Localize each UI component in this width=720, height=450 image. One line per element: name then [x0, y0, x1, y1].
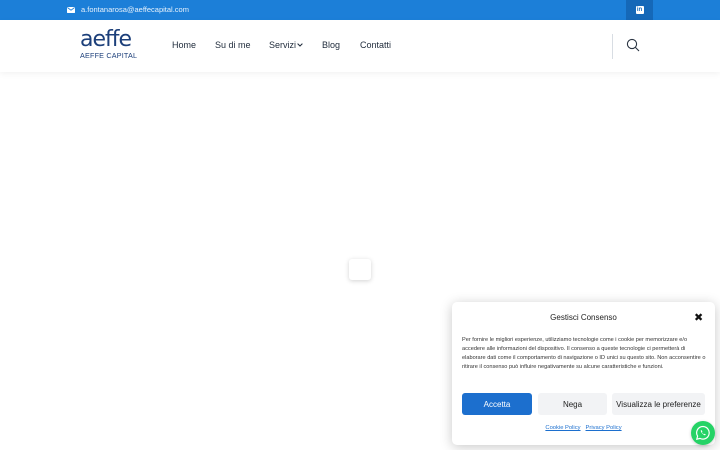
cookie-policy-link[interactable]: Cookie Policy [545, 425, 580, 431]
accept-button[interactable]: Accetta [462, 393, 532, 415]
header-divider [612, 34, 613, 59]
top-bar: a.fontanarosa@aeffecapital.com in [0, 0, 720, 20]
linkedin-button[interactable]: in [626, 0, 653, 20]
nav-servizi[interactable]: Servizi [269, 40, 303, 50]
nav-home[interactable]: Home [172, 40, 196, 50]
consent-text: Per fornire le migliori esperienze, util… [462, 337, 706, 370]
whatsapp-icon [695, 425, 710, 441]
linkedin-icon: in [635, 6, 644, 14]
deny-button[interactable]: Nega [538, 393, 607, 415]
privacy-policy-link[interactable]: Privacy Policy [586, 425, 622, 431]
cookie-consent-dialog: Gestisci Consenso ✖ Per fornire le migli… [452, 302, 715, 445]
close-icon[interactable]: ✖ [694, 312, 703, 324]
nav-servizi-label: Servizi [269, 40, 297, 50]
email-text: a.fontanarosa@aeffecapital.com [81, 5, 189, 14]
logo[interactable]: aeffe AEFFE CAPITAL [80, 29, 144, 61]
whatsapp-button[interactable] [691, 421, 715, 445]
preferences-button[interactable]: Visualizza le preferenze [612, 393, 705, 415]
email-link[interactable]: a.fontanarosa@aeffecapital.com [67, 5, 189, 14]
consent-links: Cookie Policy Privacy Policy [452, 425, 715, 431]
nav-blog[interactable]: Blog [322, 40, 340, 50]
page-loader [349, 259, 371, 280]
logo-subtitle: AEFFE CAPITAL [80, 51, 138, 60]
consent-title: Gestisci Consenso [550, 313, 617, 322]
nav-su-di-me[interactable]: Su di me [215, 40, 251, 50]
nav-contatti[interactable]: Contatti [360, 40, 391, 50]
mail-icon [67, 6, 75, 13]
chevron-down-icon [297, 43, 303, 47]
site-header: aeffe AEFFE CAPITAL Home Su di me Serviz… [0, 20, 720, 72]
search-icon[interactable] [626, 38, 640, 52]
logo-wordmark: aeffe [80, 27, 132, 52]
